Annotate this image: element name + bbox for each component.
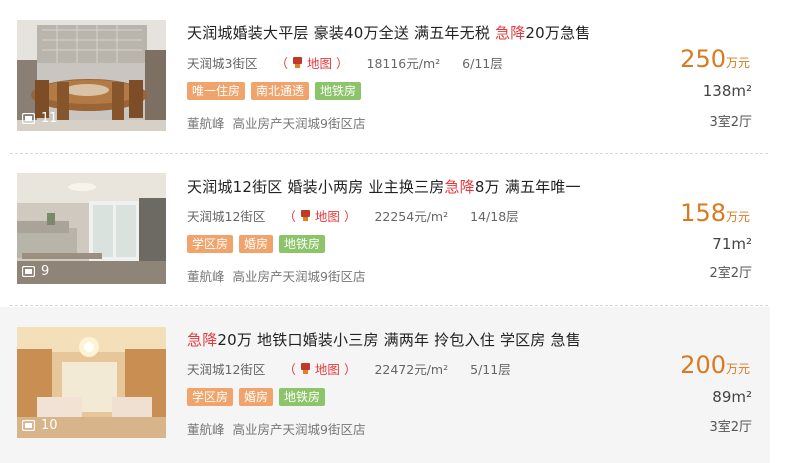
agency-name[interactable]: 高业房产天润城9街区店 [233,269,366,284]
unit-price: 22254元/m² [374,209,449,224]
floor-area: 138m² [702,82,752,100]
photo-count-value: 9 [41,263,50,279]
floor-info: 6/11层 [462,56,503,71]
listing-title[interactable]: 天润城婚装大平层 豪装40万全送 满五年无税 急降20万急售 [187,22,591,43]
tag: 婚房 [239,235,274,253]
listing-title[interactable]: 急降20万 地铁口婚装小三房 满两年 拎包入住 学区房 急售 [187,329,581,350]
tag: 南北通透 [251,82,310,100]
price-drop-highlight: 急降 [444,178,475,196]
listing-photo[interactable]: 11 [17,20,166,131]
title-text: 8万 满五年唯一 [474,178,581,196]
price-value: 158 [680,199,726,227]
floor-info: 5/11层 [470,362,511,377]
agent-name[interactable]: 董航峰 [187,269,225,284]
camera-icon [22,419,35,431]
map-link[interactable]: （ 地图 ） [275,53,348,72]
listing-item[interactable]: 10 急降20万 地铁口婚装小三房 满两年 拎包入住 学区房 急售 天润城12街… [0,307,770,463]
community-name[interactable]: 天润城12街区 [187,359,265,378]
tag: 地铁房 [315,82,362,100]
price-unit: 万元 [725,362,750,376]
map-link[interactable]: （ 地图 ） [283,206,356,225]
listing-meta: 天润城12街区 （ 地图 ） 22254元/m² 14/18层 [187,206,519,225]
tag: 婚房 [239,388,274,406]
listing-photo[interactable]: 9 [17,173,166,284]
agent-info: 董航峰 高业房产天润城9街区店 [187,266,365,285]
price-drop-highlight: 急降 [187,331,218,349]
room-layout: 2室2厅 [709,266,752,281]
map-pin-icon [292,57,302,68]
camera-icon [22,112,35,124]
title-text: 天润城12街区 婚装小两房 业主换三房 [187,178,445,196]
agency-name[interactable]: 高业房产天润城9街区店 [233,422,366,437]
unit-price: 18116元/m² [366,56,441,71]
listing-item[interactable]: 9 天润城12街区 婚装小两房 业主换三房急降8万 满五年唯一 天润城12街区 … [0,155,770,305]
photo-count-value: 11 [41,110,58,126]
map-label: 地图 [314,362,340,377]
tag: 地铁房 [279,388,326,406]
photo-count-value: 10 [41,417,58,433]
listing-meta: 天润城3街区 （ 地图 ） 18116元/m² 6/11层 [187,53,503,72]
map-pin-icon [300,363,310,374]
price-unit: 万元 [725,56,750,70]
divider [10,305,768,306]
room-layout: 3室2厅 [709,420,752,435]
photo-count: 11 [22,109,58,127]
floor-info: 14/18层 [470,209,519,224]
listing-list: 11 天润城婚装大平层 豪装40万全送 满五年无税 急降20万急售 天润城3街区… [0,0,787,463]
total-price: 250万元 [680,45,750,73]
floor-area: 89m² [712,388,752,406]
photo-count: 9 [22,262,49,280]
listing-title[interactable]: 天润城12街区 婚装小两房 业主换三房急降8万 满五年唯一 [187,176,581,197]
total-price: 200万元 [680,351,750,379]
tag: 唯一住房 [187,82,246,100]
agency-name[interactable]: 高业房产天润城9街区店 [233,116,366,131]
map-pin-icon [300,210,310,221]
tag-list: 学区房 婚房 地铁房 [187,235,326,253]
listing-item[interactable]: 11 天润城婚装大平层 豪装40万全送 满五年无税 急降20万急售 天润城3街区… [0,0,770,153]
community-name[interactable]: 天润城3街区 [187,53,257,72]
price-value: 250 [680,45,726,73]
tag: 学区房 [187,235,234,253]
price-value: 200 [680,351,726,379]
tag: 地铁房 [279,235,326,253]
agent-name[interactable]: 董航峰 [187,422,225,437]
map-link[interactable]: （ 地图 ） [283,359,356,378]
listing-meta: 天润城12街区 （ 地图 ） 22472元/m² 5/11层 [187,359,511,378]
listing-photo[interactable]: 10 [17,327,166,438]
map-label: 地图 [306,56,332,71]
agent-info: 董航峰 高业房产天润城9街区店 [187,419,365,438]
tag-list: 唯一住房 南北通透 地铁房 [187,82,362,100]
title-text: 20万急售 [525,24,591,42]
community-name[interactable]: 天润城12街区 [187,206,265,225]
price-drop-highlight: 急降 [495,24,526,42]
tag-list: 学区房 婚房 地铁房 [187,388,326,406]
unit-price: 22472元/m² [374,362,449,377]
title-text: 20万 地铁口婚装小三房 满两年 拎包入住 学区房 急售 [217,331,581,349]
divider [10,153,768,154]
price-unit: 万元 [725,210,750,224]
photo-count: 10 [22,416,58,434]
title-text: 天润城婚装大平层 豪装40万全送 满五年无税 [187,24,495,42]
room-layout: 3室2厅 [709,115,752,130]
floor-area: 71m² [712,235,752,253]
camera-icon [22,265,35,277]
agent-info: 董航峰 高业房产天润城9街区店 [187,113,365,132]
tag: 学区房 [187,388,234,406]
agent-name[interactable]: 董航峰 [187,116,225,131]
total-price: 158万元 [680,199,750,227]
map-label: 地图 [314,209,340,224]
